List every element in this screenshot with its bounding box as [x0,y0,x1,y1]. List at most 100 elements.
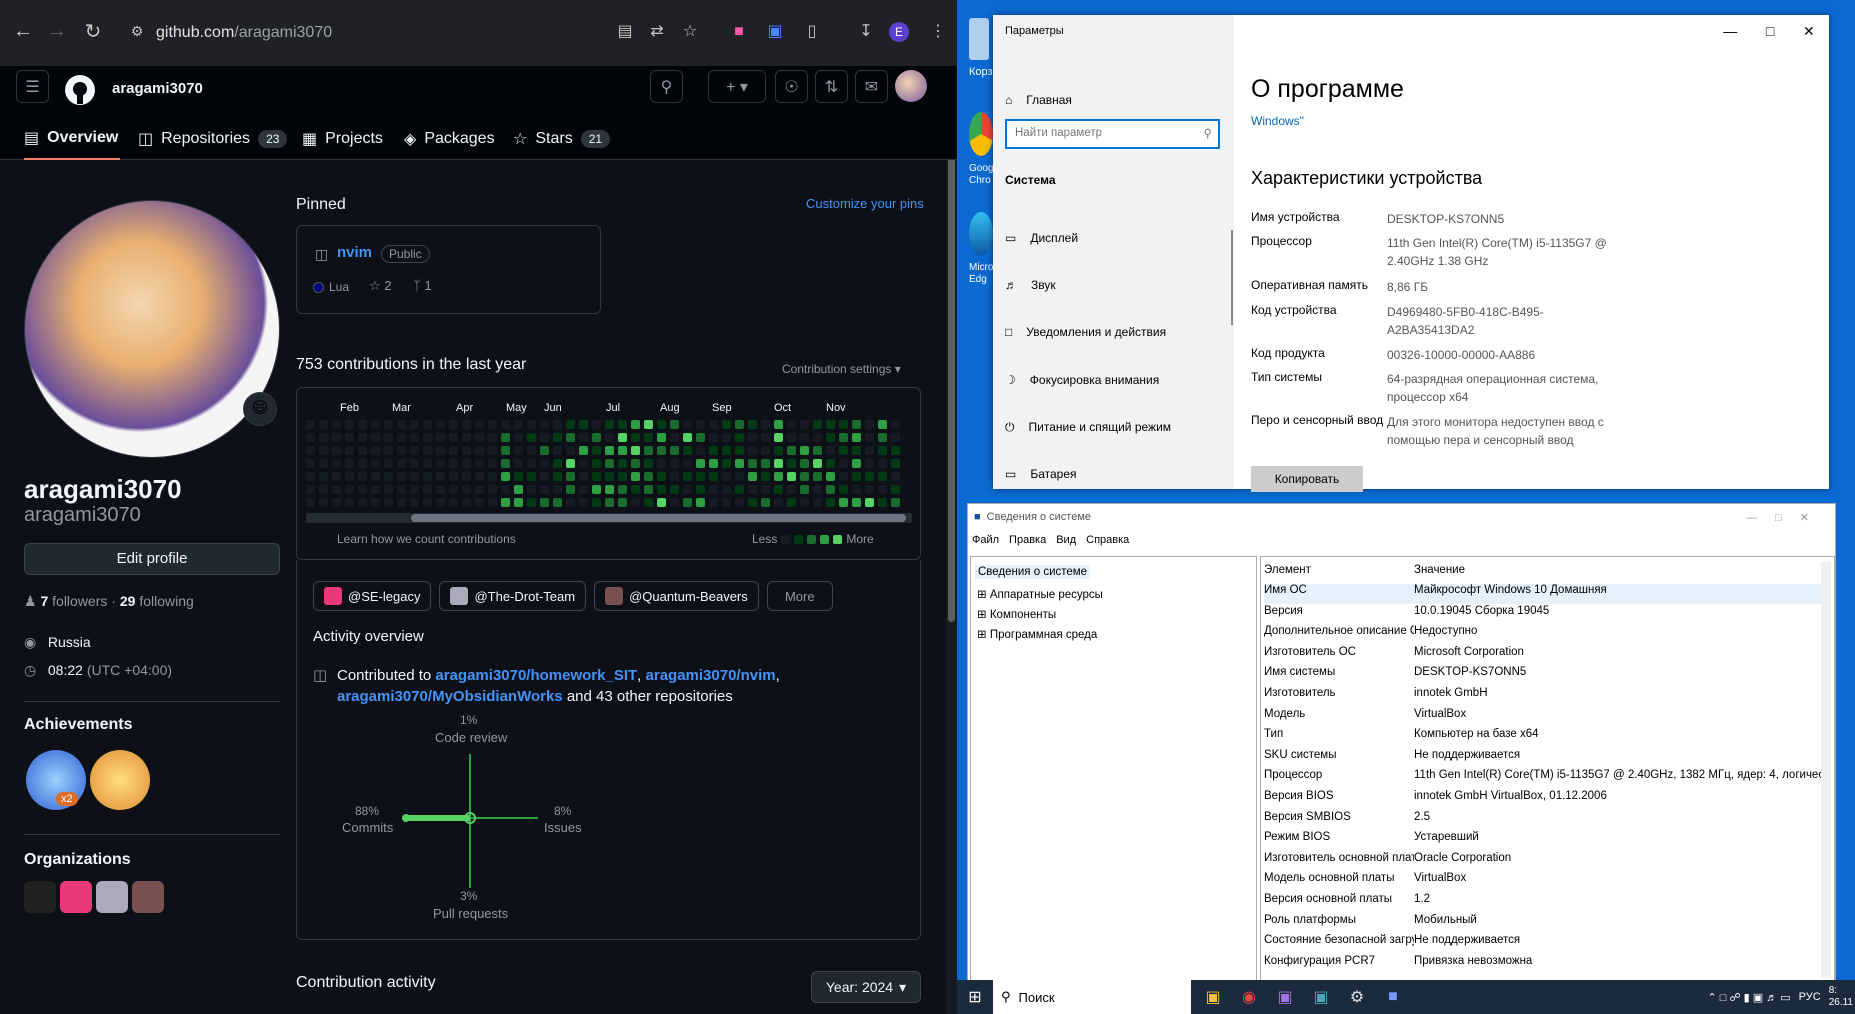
contribution-day[interactable] [787,446,796,455]
contribution-day[interactable] [696,446,705,455]
contribution-day[interactable] [657,420,666,429]
contribution-day[interactable] [878,459,887,468]
table-row[interactable]: Процессор 11th Gen Intel(R) Core(TM) i5-1… [1264,769,1824,789]
tree-root[interactable]: Сведения о системе [975,565,1091,579]
contribution-day[interactable] [748,498,757,507]
contribution-day[interactable] [319,498,328,507]
contribution-day[interactable] [891,446,900,455]
contribution-day[interactable] [592,433,601,442]
contribution-day[interactable] [852,446,861,455]
contribution-day[interactable] [878,472,887,481]
settings-item-power[interactable]: ⏻ Питание и спящий режим [1005,415,1171,439]
status-emoji-icon[interactable]: 😄 [243,392,277,426]
contribution-day[interactable] [878,420,887,429]
contribution-day[interactable] [579,472,588,481]
table-row[interactable]: Режим BIOS Устаревший [1264,831,1824,851]
contribution-day[interactable] [657,485,666,494]
contribution-day[interactable] [423,420,432,429]
contribution-day[interactable] [722,459,731,468]
contribution-day[interactable] [397,446,406,455]
contribution-day[interactable] [657,433,666,442]
table-row[interactable]: Состояние безопасной загруз...Не поддерж… [1264,934,1824,954]
settings-taskbar-icon[interactable]: ⚙ [1339,987,1375,1007]
contribution-day[interactable] [735,498,744,507]
contribution-day[interactable] [319,472,328,481]
contribution-day[interactable] [618,498,627,507]
contribution-day[interactable] [670,446,679,455]
contribution-day[interactable] [774,472,783,481]
contribution-day[interactable] [488,433,497,442]
contribution-settings-button[interactable]: Contribution settings ▾ [782,362,901,376]
contribution-day[interactable] [891,420,900,429]
contribution-day[interactable] [306,498,315,507]
minimize-icon[interactable]: — [1723,23,1737,39]
msinfo-taskbar-icon[interactable]: ■ [1375,988,1411,1006]
tree-item-components[interactable]: ⊞ Компоненты [977,607,1056,621]
contribution-day[interactable] [787,498,796,507]
contribution-day[interactable] [319,433,328,442]
contribution-day[interactable] [839,459,848,468]
contribution-day[interactable] [774,498,783,507]
contribution-day[interactable] [839,420,848,429]
contribution-day[interactable] [592,485,601,494]
contribution-day[interactable] [514,459,523,468]
contribution-day[interactable] [774,420,783,429]
contribution-day[interactable] [592,420,601,429]
contribution-day[interactable] [605,433,614,442]
settings-item-sound[interactable]: ♬ Звук [1005,273,1056,297]
contribution-day[interactable] [345,446,354,455]
contribution-day[interactable] [709,446,718,455]
contribution-day[interactable] [397,420,406,429]
contribution-day[interactable] [761,433,770,442]
contribution-day[interactable] [410,433,419,442]
contribution-day[interactable] [358,472,367,481]
contribution-day[interactable] [449,446,458,455]
contribution-day[interactable] [852,433,861,442]
contribution-day[interactable] [813,446,822,455]
clock[interactable]: 8: 26.11 [1829,985,1853,1009]
tab-repositories[interactable]: ◫ Repositories 23 [138,118,288,160]
contribution-day[interactable] [319,459,328,468]
contribution-day[interactable] [605,485,614,494]
table-row[interactable]: Версия SMBIOS 2.5 [1264,811,1824,831]
contribution-day[interactable] [761,485,770,494]
contribution-day[interactable] [410,485,419,494]
repo-forks[interactable]: ᛉ 1 [413,278,432,293]
repo-link-nvim[interactable]: aragami3070/nvim [646,667,776,684]
contribution-day[interactable] [826,485,835,494]
contribution-day[interactable] [839,433,848,442]
contribution-day[interactable] [696,420,705,429]
header-username[interactable]: aragami3070 [112,80,203,97]
contribution-day[interactable] [839,485,848,494]
contribution-day[interactable] [722,485,731,494]
contribution-day[interactable] [644,433,653,442]
contribution-day[interactable] [566,446,575,455]
graph-scrollbar[interactable] [306,513,912,523]
contribution-day[interactable] [540,485,549,494]
contribution-day[interactable] [488,459,497,468]
contribution-day[interactable] [618,433,627,442]
contribution-day[interactable] [384,459,393,468]
contribution-day[interactable] [878,485,887,494]
contribution-day[interactable] [735,472,744,481]
contribution-day[interactable] [553,498,562,507]
contribution-day[interactable] [579,420,588,429]
contribution-day[interactable] [852,459,861,468]
contribution-day[interactable] [631,446,640,455]
org-avatar[interactable] [132,881,164,913]
contribution-day[interactable] [449,485,458,494]
contribution-day[interactable] [540,433,549,442]
contribution-day[interactable] [670,420,679,429]
menu-edit[interactable]: Правка [1009,534,1046,546]
contribution-day[interactable] [787,420,796,429]
contribution-day[interactable] [605,459,614,468]
recycle-bin-icon[interactable] [969,18,989,60]
contribution-day[interactable] [410,498,419,507]
contribution-day[interactable] [566,433,575,442]
contribution-day[interactable] [891,485,900,494]
contribution-day[interactable] [644,485,653,494]
settings-item-battery[interactable]: ▭ Батарея [1005,462,1077,486]
contribution-day[interactable] [787,485,796,494]
contribution-day[interactable] [475,472,484,481]
contribution-day[interactable] [735,433,744,442]
